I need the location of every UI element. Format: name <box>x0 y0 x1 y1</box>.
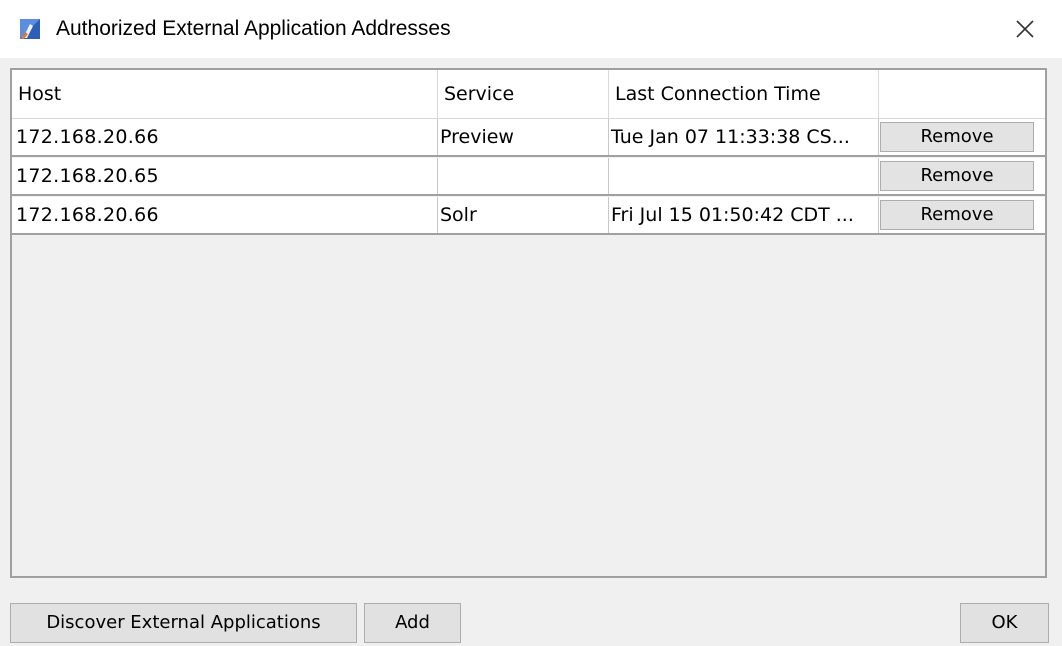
window-title: Authorized External Application Addresse… <box>56 17 451 40</box>
column-header-service[interactable]: Service <box>438 70 609 118</box>
remove-button[interactable]: Remove <box>880 200 1034 230</box>
service-cell: Preview <box>438 119 609 155</box>
table-row[interactable]: 172.168.20.65 Remove <box>12 158 1045 196</box>
add-button[interactable]: Add <box>364 603 461 643</box>
close-icon[interactable] <box>1010 14 1040 44</box>
host-cell: 172.168.20.66 <box>12 197 438 233</box>
column-header-last-connection-time[interactable]: Last Connection Time <box>609 70 879 118</box>
table-row[interactable]: 172.168.20.66 Solr Fri Jul 15 01:50:42 C… <box>12 197 1045 235</box>
last-connection-cell: Fri Jul 15 01:50:42 CDT ... <box>609 197 879 233</box>
addresses-table: Host Service Last Connection Time 172.16… <box>10 68 1047 578</box>
ok-button[interactable]: OK <box>960 603 1049 643</box>
last-connection-cell <box>609 158 879 194</box>
remove-button[interactable]: Remove <box>880 122 1034 152</box>
column-header-host[interactable]: Host <box>12 70 438 118</box>
service-cell: Solr <box>438 197 609 233</box>
table-row[interactable]: 172.168.20.66 Preview Tue Jan 07 11:33:3… <box>12 119 1045 157</box>
host-cell: 172.168.20.65 <box>12 158 438 194</box>
remove-button[interactable]: Remove <box>880 161 1034 191</box>
title-bar: Authorized External Application Addresse… <box>0 0 1062 58</box>
host-cell: 172.168.20.66 <box>12 119 438 155</box>
discover-external-applications-button[interactable]: Discover External Applications <box>10 603 357 643</box>
table-header: Host Service Last Connection Time <box>12 70 1045 119</box>
service-cell <box>438 158 609 194</box>
column-header-actions <box>879 70 1045 118</box>
last-connection-cell: Tue Jan 07 11:33:38 CS... <box>609 119 879 155</box>
app-logo-icon <box>19 18 41 40</box>
